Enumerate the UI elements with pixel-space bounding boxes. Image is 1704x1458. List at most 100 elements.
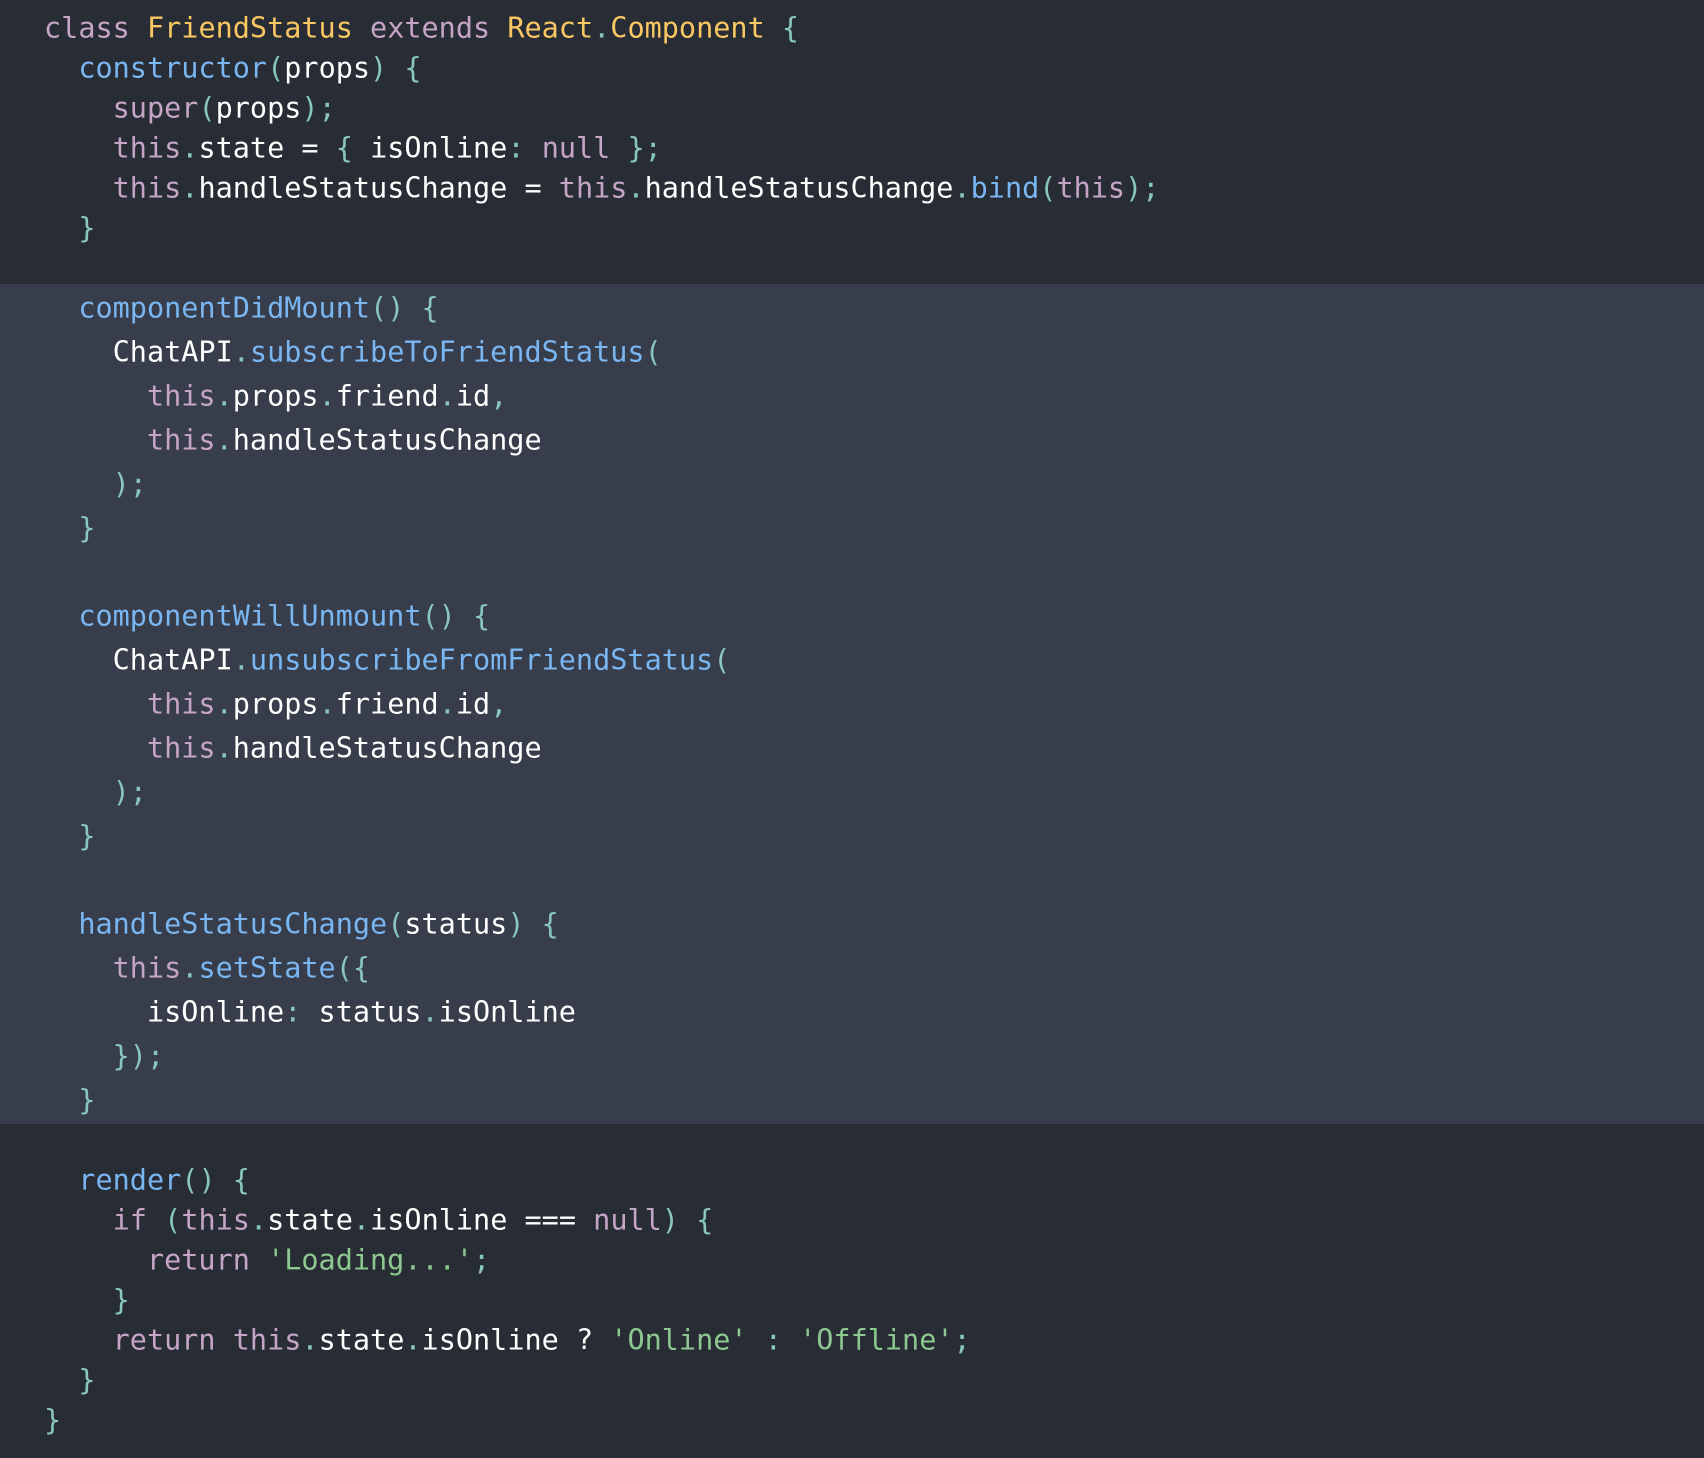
code-token: class [44,11,130,45]
code-token: : [764,1323,782,1357]
code-line-text: ChatAPI.unsubscribeFromFriendStatus( [44,643,731,677]
code-line-text: ); [44,468,147,501]
code-token: . [421,995,439,1029]
code-token: ) [370,51,388,85]
code-token: extends [370,11,491,45]
code-token: . [318,379,336,413]
code-token: ( [644,335,662,369]
code-line-text: } [44,512,95,545]
code-line: componentDidMount() { [0,288,1704,328]
code-viewer: { "code": { "language": "javascript", "c… [0,0,1704,1458]
code-token: id [455,687,491,721]
code-token: bind [970,171,1040,205]
code-line-text: componentDidMount() { [44,291,439,325]
code-token: . [215,423,233,457]
code-token: ChatAPI [44,643,233,677]
code-token: handleStatusChange = [198,171,559,205]
code-token: } [112,1283,130,1317]
code-token: ); [1125,171,1160,205]
code-token: : [284,995,302,1029]
code-token: render [78,1163,182,1197]
code-token: } [44,1403,62,1437]
code-token: ) [507,907,525,941]
code-token: props [232,379,319,413]
code-token: ); [112,467,147,501]
code-token: , [490,379,508,413]
code-token: this [112,951,182,985]
code-block: class FriendStatus extends React.Compone… [0,0,1704,1458]
code-token: state [318,1323,405,1357]
code-line-text: isOnline: status.isOnline [44,996,576,1029]
code-token: isOnline ? [421,1323,611,1357]
code-line-text: } [44,820,95,853]
code-token: 'Loading...' [267,1243,473,1277]
code-line: super(props); [0,88,1704,128]
code-token: . [404,1323,422,1357]
code-line: } [0,1360,1704,1400]
code-line-text: super(props); [44,92,336,125]
code-token: . [438,379,456,413]
code-token: status [404,907,508,941]
code-token: ; [953,1323,971,1357]
code-token: setState [198,951,336,985]
code-token: super [112,91,199,125]
code-line: this.handleStatusChange [0,420,1704,460]
code-token: { [421,291,439,325]
code-line-text: ); [44,776,147,809]
code-token: . [232,335,250,369]
code-token: . [301,1323,319,1357]
code-token: this [146,423,216,457]
code-line: if (this.state.isOnline === null) { [0,1200,1704,1240]
code-token: isOnline [44,995,285,1029]
code-token: ); [112,775,147,809]
code-token: . [232,643,250,677]
code-token: this [146,379,216,413]
code-token: . [181,951,199,985]
code-token: { [473,599,491,633]
code-line-text: this.setState({ [44,952,370,985]
code-token: , [490,687,508,721]
code-token: this [146,731,216,765]
code-line: return this.state.isOnline ? 'Online' : … [0,1320,1704,1360]
code-token: this [181,1203,250,1237]
code-token: . [215,687,233,721]
code-token: . [215,731,233,765]
code-token: ChatAPI [44,335,233,369]
code-line-text: this.state = { isOnline: null }; [44,132,662,165]
code-token: ; [472,1243,491,1277]
code-line: this.props.friend.id, [0,376,1704,416]
code-token: ); [301,91,336,125]
code-token: . [249,1203,268,1237]
code-line: } [0,1280,1704,1320]
code-token: . [438,687,456,721]
code-token: this [112,131,182,165]
code-token: props [232,687,319,721]
code-token: if [112,1203,147,1237]
code-token: state = [198,131,336,165]
code-token: friend [335,687,439,721]
code-token: } [78,1083,96,1117]
code-token: . [318,687,336,721]
